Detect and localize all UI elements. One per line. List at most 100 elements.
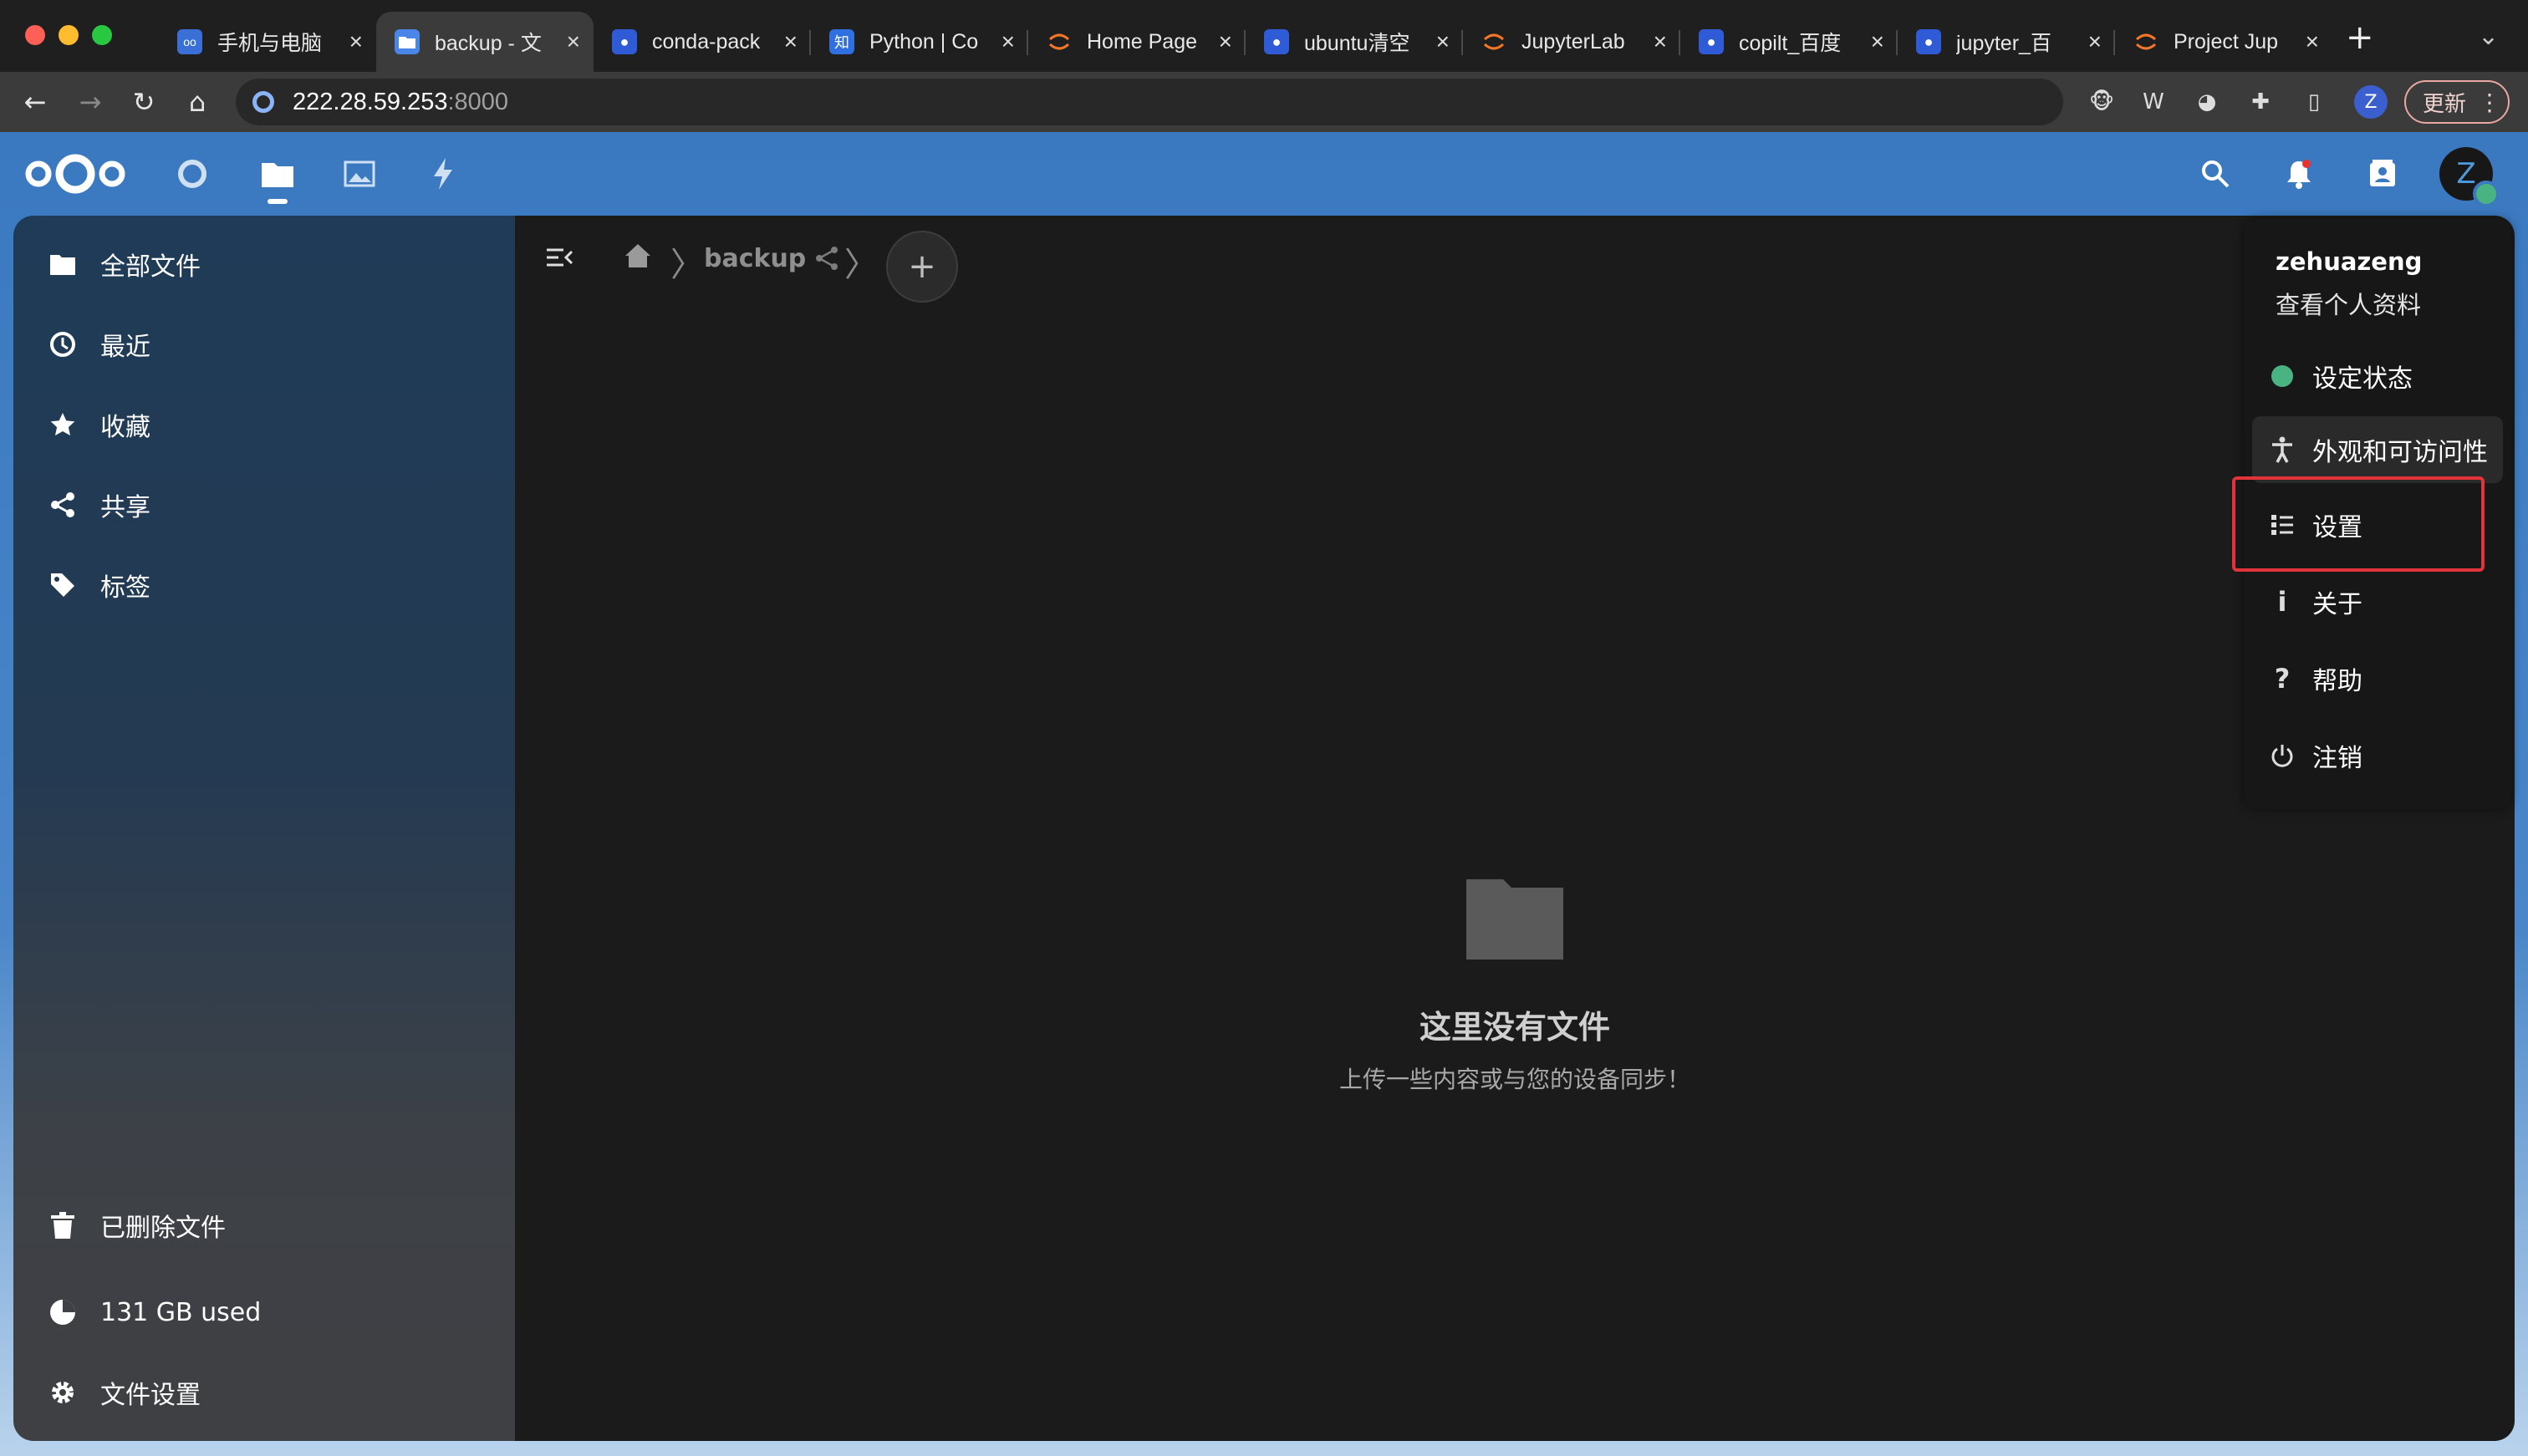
empty-state-subtitle: 上传一些内容或与您的设备同步！ [1338,1066,1690,1093]
help-icon: ? [2274,663,2291,695]
close-tab-icon[interactable]: × [349,28,363,55]
sidebar-item-label: 全部文件 [100,252,201,282]
dashboard-circle-icon[interactable] [174,155,211,192]
sidebar-item-all-files[interactable]: 全部文件 [13,232,515,296]
side-panel-icon[interactable]: ▯ [2297,85,2331,119]
storage-quota[interactable]: 131 GB used [13,1280,515,1344]
username[interactable]: zehuazeng [2276,247,2422,276]
help-item[interactable]: ? 帮助 [2244,645,2511,712]
sidebar-item-recent[interactable]: 最近 [13,313,515,376]
close-tab-icon[interactable]: × [2088,28,2102,55]
update-label: 更新 [2423,91,2467,117]
browser-tab[interactable]: Home Page × [1028,12,1246,72]
activity-lightning-icon[interactable] [425,155,461,192]
appearance-accessibility-item[interactable]: 外观和可访问性 [2252,416,2503,483]
extensions-puzzle-icon[interactable]: ✚ [2244,85,2277,119]
photos-image-icon[interactable] [341,155,378,192]
update-button[interactable]: 更新 ⋮ [2404,80,2510,124]
menu-item-label: 注销 [2312,744,2362,773]
search-icon[interactable] [2197,155,2234,192]
breadcrumb-current-folder[interactable]: backup [704,244,806,273]
home-icon[interactable] [624,242,652,272]
star-icon [48,410,77,439]
annotation-highlight-box [2232,476,2485,572]
nextcloud-logo[interactable] [23,152,127,199]
minimize-window-button[interactable] [59,25,79,45]
browser-tab[interactable]: Project Jup × [2115,12,2332,72]
tab-title: conda-pack [652,29,761,53]
browser-tab[interactable]: ● copilt_百度 × [1680,12,1898,72]
extension-color-icon[interactable]: ◕ [2190,85,2224,119]
browser-tab[interactable]: oo 手机与电脑 × [159,12,376,72]
site-info-icon[interactable] [252,91,274,113]
navigation-sidebar: 全部文件 最近 收藏 共享 标签 已删除文件 131 GB used 文件设置 [13,216,515,1441]
tag-icon [48,571,77,599]
empty-folder-icon [1466,876,1563,963]
sidebar-item-files-settings[interactable]: 文件设置 [13,1361,515,1424]
baidu-icon: ● [612,29,637,54]
browser-tab[interactable]: JupyterLab × [1463,12,1680,72]
extension-monkey-icon[interactable]: 🐵 [2085,85,2118,119]
menu-item-label: 外观和可访问性 [2312,438,2488,467]
close-tab-icon[interactable]: × [1219,28,1232,55]
jupyter-icon [1047,29,1072,54]
close-tab-icon[interactable]: × [784,28,798,55]
address-bar[interactable]: 222.28.59.253:8000 [236,79,2063,125]
close-tab-icon[interactable]: × [1654,28,1667,55]
folder-icon [395,29,420,54]
browser-tab-active[interactable]: backup - 文 × [376,12,594,72]
logout-item[interactable]: 注销 [2244,722,2511,789]
close-tab-icon[interactable]: × [2306,28,2319,55]
close-tab-icon[interactable]: × [1436,28,1450,55]
browser-toolbar: ← → ↻ ⌂ 222.28.59.253:8000 🐵 W ◕ ✚ ▯ Z 更… [0,72,2528,132]
sidebar-item-tags[interactable]: 标签 [13,553,515,617]
gear-icon [48,1378,77,1407]
share-icon [48,491,77,519]
empty-state-title: 这里没有文件 [1419,1009,1610,1046]
browser-tab[interactable]: 知 Python | Co × [811,12,1028,72]
browser-tab[interactable]: ● jupyter_百 × [1898,12,2115,72]
forward-arrow-icon[interactable]: → [72,84,109,120]
more-vertical-icon[interactable]: ⋮ [2478,89,2501,116]
new-file-button[interactable]: + [886,231,958,303]
share-icon[interactable] [814,246,839,274]
tab-title: Python | Co [869,29,979,53]
maximize-window-button[interactable] [92,25,112,45]
tab-title: 手机与电脑 [217,32,323,55]
sidebar-item-shares[interactable]: 共享 [13,473,515,537]
browser-tab[interactable]: ● conda-pack × [594,12,811,72]
new-tab-icon[interactable]: + [2346,18,2374,57]
nextcloud-icon: oo [177,29,202,54]
sidebar-item-label: 已删除文件 [100,1214,226,1243]
back-arrow-icon[interactable]: ← [17,84,54,120]
contacts-icon[interactable] [2364,155,2401,192]
home-icon[interactable]: ⌂ [179,84,216,120]
sidebar-item-favorites[interactable]: 收藏 [13,393,515,456]
close-tab-icon[interactable]: × [1002,28,1015,55]
reload-icon[interactable]: ↻ [125,84,162,120]
sidebar-item-deleted-files[interactable]: 已删除文件 [13,1194,515,1257]
notifications-bell-icon[interactable] [2281,155,2317,192]
extension-w-icon[interactable]: W [2137,85,2170,119]
browser-tab[interactable]: ● ubuntu清空 × [1246,12,1463,72]
info-icon: i [2277,586,2287,618]
view-profile-link[interactable]: 查看个人资料 [2276,286,2421,321]
sidebar-item-label: 共享 [100,493,150,522]
set-status-item[interactable]: 设定状态 [2244,343,2511,410]
tab-title: Project Jup [2174,29,2279,53]
toggle-navigation-icon[interactable] [545,246,573,272]
zhihu-icon: 知 [829,29,854,54]
tab-search-chevron-icon[interactable]: ⌄ [2478,22,2499,51]
files-content: 〉 backup 〉 + 这里没有文件 上传一些内容或与您的设备同步！ [515,216,2515,1441]
about-item[interactable]: i 关于 [2244,568,2511,635]
close-tab-icon[interactable]: × [567,28,580,55]
browser-tab-strip: oo 手机与电脑 × backup - 文 × ● conda-pack × 知… [0,0,2528,72]
tab-title: backup - 文 [435,32,542,55]
close-window-button[interactable] [25,25,45,45]
browser-profile-avatar[interactable]: Z [2354,85,2388,119]
baidu-icon: ● [1264,29,1289,54]
files-folder-icon[interactable] [259,155,296,192]
url-port: :8000 [447,88,509,115]
breadcrumb: 〉 backup 〉 + [515,216,1685,303]
close-tab-icon[interactable]: × [1871,28,1884,55]
